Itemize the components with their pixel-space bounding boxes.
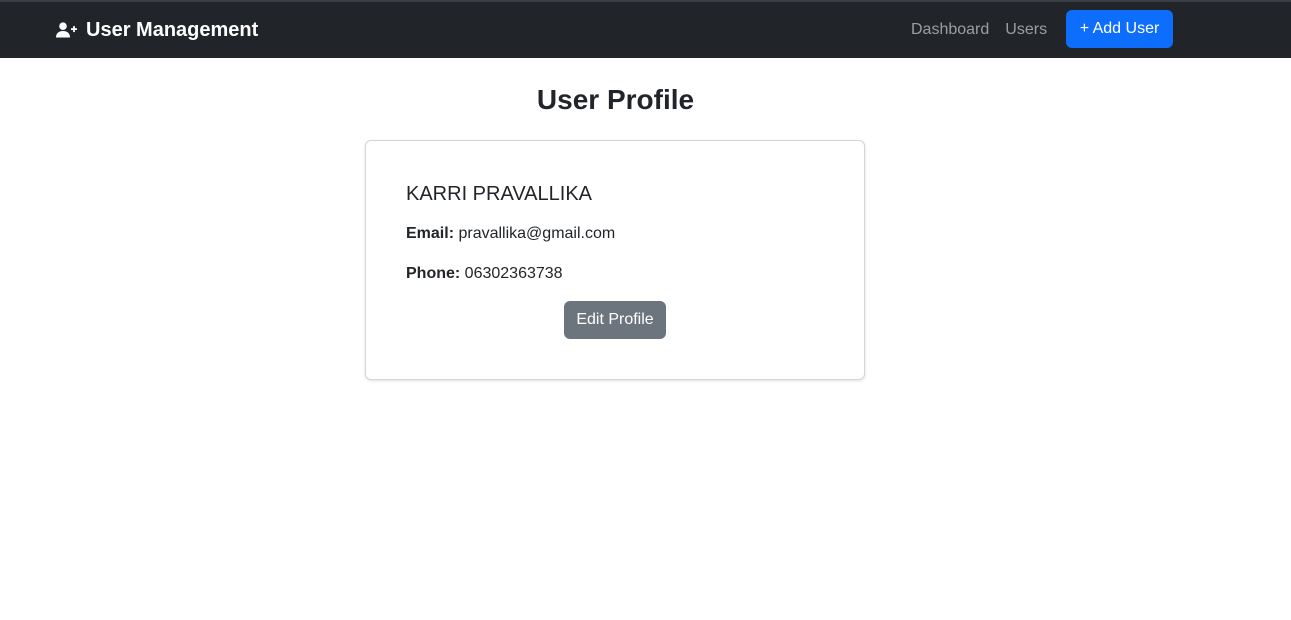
page-title: User Profile bbox=[536, 84, 695, 115]
nav-link-dashboard[interactable]: Dashboard bbox=[911, 21, 989, 39]
email-label: Email: bbox=[406, 225, 455, 242]
phone-value: 06302363738 bbox=[464, 265, 563, 282]
email-row: Email: pravallika@gmail.com bbox=[406, 225, 615, 243]
brand-label: User Management bbox=[86, 18, 259, 41]
add-user-button[interactable]: + Add User bbox=[1066, 10, 1173, 48]
email-value: pravallika@gmail.com bbox=[458, 225, 616, 242]
brand-link[interactable]: User Management bbox=[56, 2, 258, 58]
user-plus-icon bbox=[56, 22, 78, 38]
phone-row: Phone: 06302363738 bbox=[406, 265, 563, 283]
navbar: User Management Dashboard Users + Add Us… bbox=[0, 2, 1291, 58]
phone-label: Phone: bbox=[406, 265, 461, 282]
user-name: KARRI PRAVALLIKA bbox=[406, 183, 592, 205]
nav-links: Dashboard Users bbox=[911, 2, 1063, 58]
profile-card: KARRI PRAVALLIKA Email: pravallika@gmail… bbox=[365, 140, 865, 380]
nav-link-users[interactable]: Users bbox=[1005, 21, 1047, 39]
edit-profile-button[interactable]: Edit Profile bbox=[564, 301, 666, 339]
